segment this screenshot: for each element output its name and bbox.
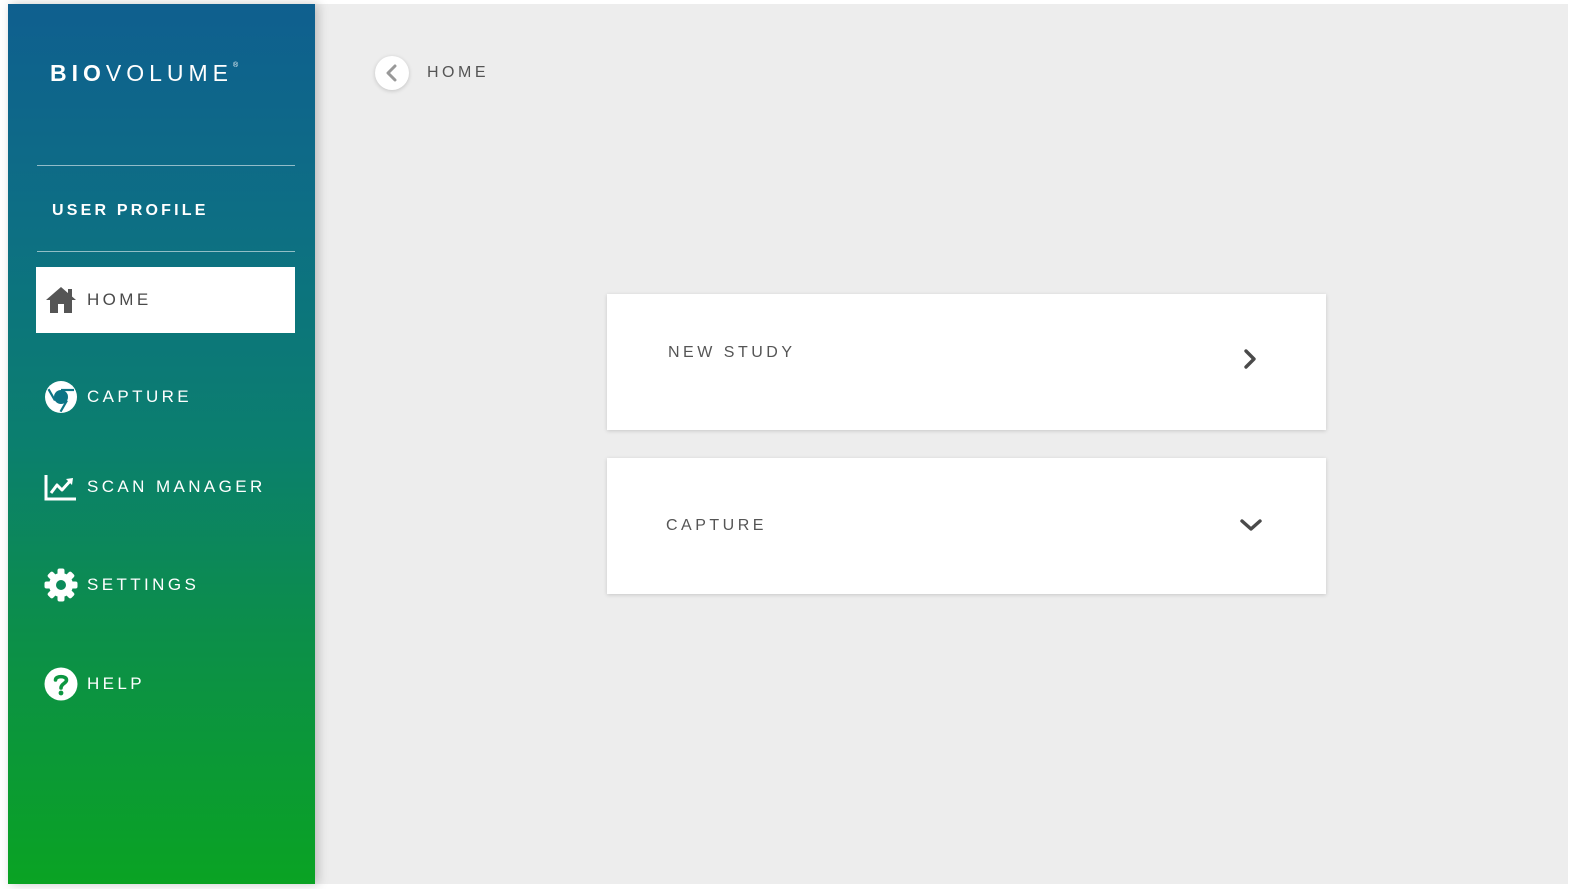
breadcrumb-label: HOME	[427, 64, 489, 81]
sidebar-divider-top	[37, 165, 295, 166]
logo-light-text: VOLUME	[105, 60, 234, 86]
card-label: CAPTURE	[666, 517, 767, 534]
sidebar-item-capture[interactable]: CAPTURE	[36, 364, 295, 430]
aperture-icon	[44, 380, 78, 414]
gear-icon	[44, 568, 78, 602]
sidebar-item-scan-manager[interactable]: SCAN MANAGER	[36, 454, 295, 520]
sidebar-item-settings[interactable]: SETTINGS	[36, 552, 295, 618]
line-chart-icon	[44, 470, 78, 504]
sidebar-item-label: SCAN MANAGER	[87, 477, 266, 496]
sidebar-item-label: SETTINGS	[87, 575, 200, 594]
logo-registered-mark: ®	[233, 62, 239, 69]
card-label: NEW STUDY	[668, 344, 796, 361]
capture-card[interactable]: CAPTURE	[607, 458, 1326, 594]
chevron-right-icon	[1237, 346, 1263, 372]
sidebar-item-label: HELP	[87, 674, 146, 693]
sidebar: BIOVOLUME® USER PROFILE HOME CAPTURE SCA…	[8, 4, 315, 884]
app-logo: BIOVOLUME®	[50, 60, 238, 87]
sidebar-item-label: CAPTURE	[87, 387, 193, 406]
logo-bold-text: BIO	[50, 60, 106, 86]
user-profile-link[interactable]: USER PROFILE	[52, 202, 209, 220]
new-study-card[interactable]: NEW STUDY	[607, 294, 1326, 430]
help-circle-icon	[44, 667, 78, 701]
breadcrumb: HOME	[375, 56, 489, 90]
home-icon	[44, 283, 78, 317]
sidebar-divider-bottom	[37, 251, 295, 252]
chevron-down-icon	[1238, 512, 1264, 538]
sidebar-item-label: HOME	[87, 290, 152, 309]
chevron-left-icon	[384, 64, 400, 82]
sidebar-item-home[interactable]: HOME	[36, 267, 295, 333]
back-button[interactable]	[375, 56, 409, 90]
app-window: BIOVOLUME® USER PROFILE HOME CAPTURE SCA…	[8, 4, 1568, 884]
sidebar-item-help[interactable]: HELP	[36, 651, 295, 717]
